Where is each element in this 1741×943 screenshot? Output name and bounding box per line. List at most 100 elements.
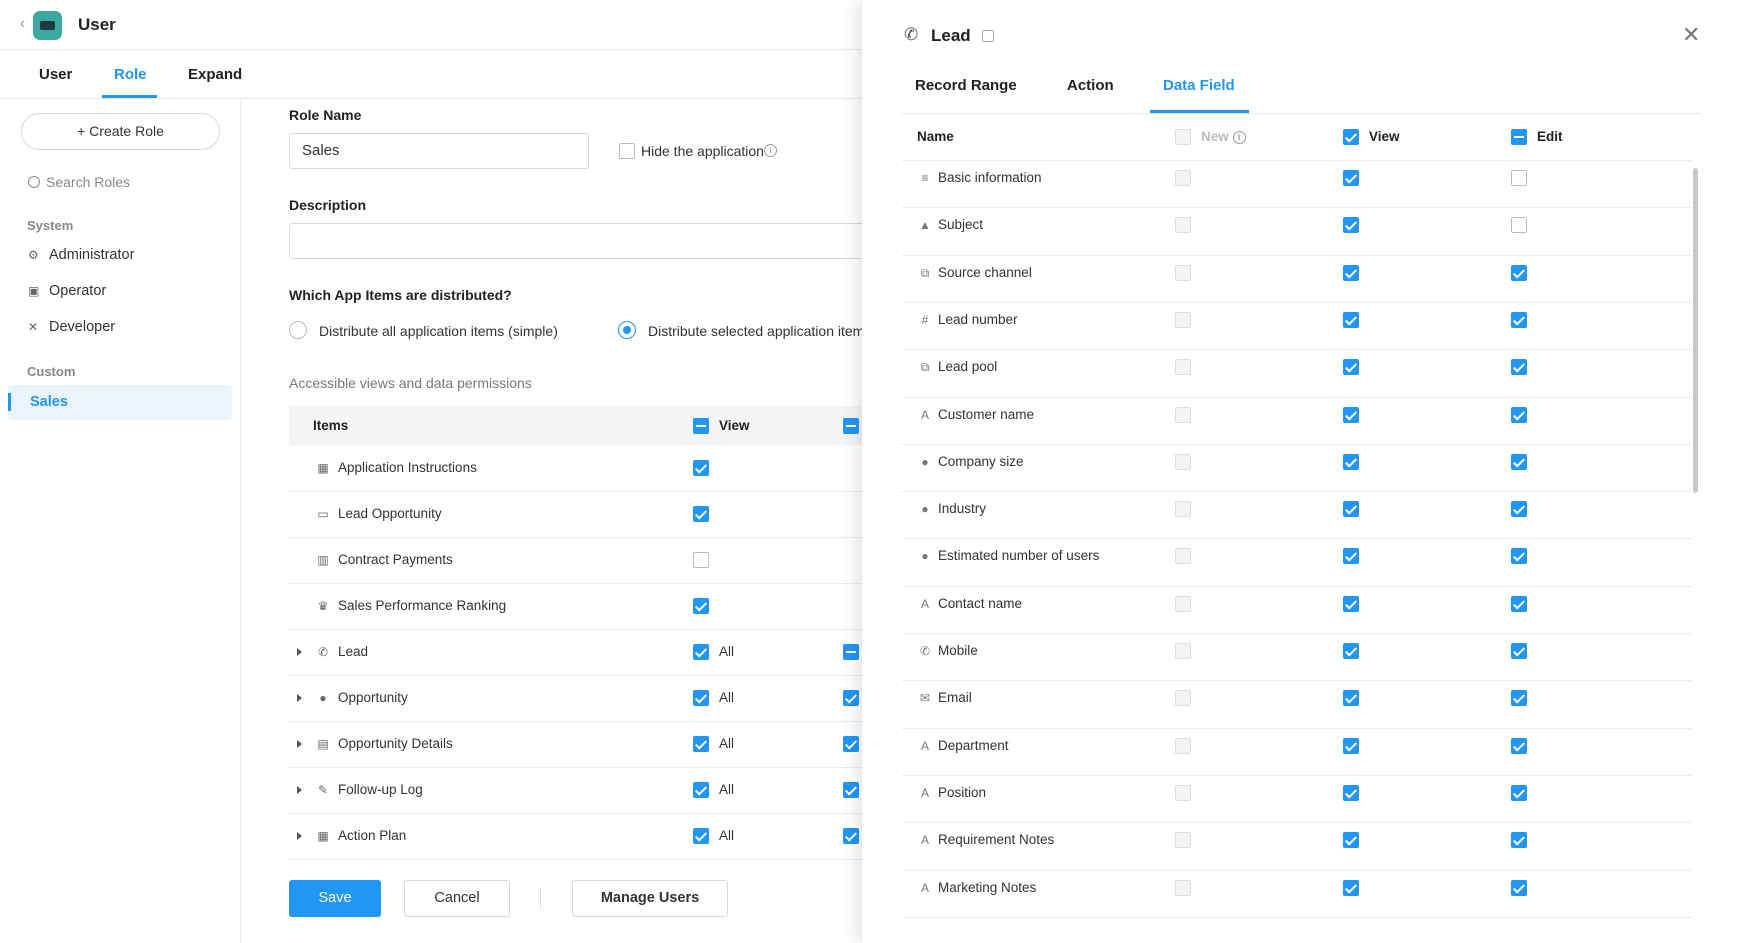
field-edit-checkbox[interactable] xyxy=(1511,359,1527,375)
edit-all-checkbox[interactable] xyxy=(1511,129,1527,145)
item-view-checkbox[interactable] xyxy=(693,598,709,614)
field-view-checkbox[interactable] xyxy=(1343,454,1359,470)
field-edit-checkbox[interactable] xyxy=(1511,643,1527,659)
item-edit-checkbox[interactable] xyxy=(843,690,859,706)
row-divider xyxy=(902,207,1692,208)
items-header: Items xyxy=(313,418,349,433)
search-roles[interactable]: Search Roles xyxy=(28,174,130,190)
tab-role[interactable]: Role xyxy=(114,66,147,83)
tab-user[interactable]: User xyxy=(39,66,72,83)
sidebar-item-developer[interactable]: ✕ Developer xyxy=(28,319,115,335)
item-edit-checkbox[interactable] xyxy=(843,782,859,798)
field-new-checkbox xyxy=(1175,880,1191,896)
expand-caret-icon[interactable] xyxy=(297,694,302,702)
external-link-icon[interactable] xyxy=(982,30,994,42)
scrollbar[interactable] xyxy=(1693,168,1698,493)
role-name-input[interactable]: Sales xyxy=(289,133,589,169)
field-edit-checkbox[interactable] xyxy=(1511,880,1527,896)
link-icon: ⧉ xyxy=(920,360,930,374)
view-all-checkbox[interactable] xyxy=(1343,129,1359,145)
field-view-checkbox[interactable] xyxy=(1343,170,1359,186)
item-edit-checkbox[interactable] xyxy=(843,828,859,844)
row-divider xyxy=(902,586,1692,587)
save-button[interactable]: Save xyxy=(289,880,381,917)
field-view-checkbox[interactable] xyxy=(1343,832,1359,848)
row-divider xyxy=(289,767,869,768)
row-divider xyxy=(902,444,1692,445)
edit-all-checkbox[interactable] xyxy=(843,418,859,434)
create-role-button[interactable]: + Create Role xyxy=(21,113,220,150)
hide-application-checkbox[interactable] xyxy=(619,143,635,159)
text-icon: A xyxy=(920,739,929,753)
field-edit-checkbox[interactable] xyxy=(1511,738,1527,754)
field-view-checkbox[interactable] xyxy=(1343,501,1359,517)
expand-caret-icon[interactable] xyxy=(297,786,302,794)
app-logo xyxy=(33,11,62,40)
search-icon xyxy=(28,176,40,188)
expand-caret-icon[interactable] xyxy=(297,740,302,748)
field-view-checkbox[interactable] xyxy=(1343,738,1359,754)
expand-caret-icon[interactable] xyxy=(297,648,302,656)
text-icon: A xyxy=(920,597,929,611)
item-view-checkbox[interactable] xyxy=(693,552,709,568)
field-edit-checkbox[interactable] xyxy=(1511,501,1527,517)
field-view-checkbox[interactable] xyxy=(1343,880,1359,896)
item-view-checkbox[interactable] xyxy=(693,828,709,844)
field-edit-checkbox[interactable] xyxy=(1511,217,1527,233)
field-edit-checkbox[interactable] xyxy=(1511,690,1527,706)
tab-record-range[interactable]: Record Range xyxy=(915,77,1017,94)
tab-expand[interactable]: Expand xyxy=(188,66,242,83)
field-view-checkbox[interactable] xyxy=(1343,596,1359,612)
item-view-checkbox[interactable] xyxy=(693,782,709,798)
field-edit-checkbox[interactable] xyxy=(1511,454,1527,470)
field-edit-checkbox[interactable] xyxy=(1511,785,1527,801)
field-edit-checkbox[interactable] xyxy=(1511,407,1527,423)
sidebar-item-operator[interactable]: ▣ Operator xyxy=(28,283,106,299)
field-view-checkbox[interactable] xyxy=(1343,690,1359,706)
view-all-checkbox[interactable] xyxy=(693,418,709,434)
field-edit-checkbox[interactable] xyxy=(1511,596,1527,612)
field-view-checkbox[interactable] xyxy=(1343,643,1359,659)
item-view-checkbox[interactable] xyxy=(693,644,709,660)
info-icon: i xyxy=(1232,130,1246,144)
tab-action[interactable]: Action xyxy=(1067,77,1114,94)
description-label: Description xyxy=(289,197,367,213)
expand-caret-icon[interactable] xyxy=(297,832,302,840)
search-input[interactable]: Search Roles xyxy=(46,174,130,190)
close-icon[interactable]: ✕ xyxy=(1682,22,1700,48)
item-view-checkbox[interactable] xyxy=(693,736,709,752)
chevron-left-icon[interactable]: ‹ xyxy=(20,15,25,33)
sidebar-item-label: Administrator xyxy=(49,247,135,263)
radio-distribute-all[interactable] xyxy=(289,321,307,339)
description-input[interactable] xyxy=(289,223,869,259)
field-edit-checkbox[interactable] xyxy=(1511,312,1527,328)
item-view-checkbox[interactable] xyxy=(693,460,709,476)
document-icon: ▤ xyxy=(317,737,329,751)
field-edit-checkbox[interactable] xyxy=(1511,265,1527,281)
item-edit-checkbox[interactable] xyxy=(843,644,859,660)
tab-data-field[interactable]: Data Field xyxy=(1163,77,1235,94)
field-view-checkbox[interactable] xyxy=(1343,548,1359,564)
item-view-checkbox[interactable] xyxy=(693,506,709,522)
field-view-checkbox[interactable] xyxy=(1343,265,1359,281)
radio-distribute-selected[interactable] xyxy=(618,321,636,339)
distribution-question: Which App Items are distributed? xyxy=(289,287,512,303)
item-edit-checkbox[interactable] xyxy=(843,736,859,752)
field-new-checkbox xyxy=(1175,265,1191,281)
item-view-checkbox[interactable] xyxy=(693,690,709,706)
field-edit-checkbox[interactable] xyxy=(1511,170,1527,186)
cancel-button[interactable]: Cancel xyxy=(404,880,510,917)
field-view-checkbox[interactable] xyxy=(1343,359,1359,375)
field-view-checkbox[interactable] xyxy=(1343,312,1359,328)
new-all-checkbox xyxy=(1175,129,1191,145)
row-divider xyxy=(902,728,1692,729)
field-view-checkbox[interactable] xyxy=(1343,407,1359,423)
all-label: All xyxy=(719,828,735,843)
field-view-checkbox[interactable] xyxy=(1343,217,1359,233)
field-view-checkbox[interactable] xyxy=(1343,785,1359,801)
field-edit-checkbox[interactable] xyxy=(1511,548,1527,564)
all-label: All xyxy=(719,644,735,659)
field-edit-checkbox[interactable] xyxy=(1511,832,1527,848)
manage-users-button[interactable]: Manage Users xyxy=(572,880,728,917)
sidebar-item-administrator[interactable]: ⚙ Administrator xyxy=(28,247,134,263)
